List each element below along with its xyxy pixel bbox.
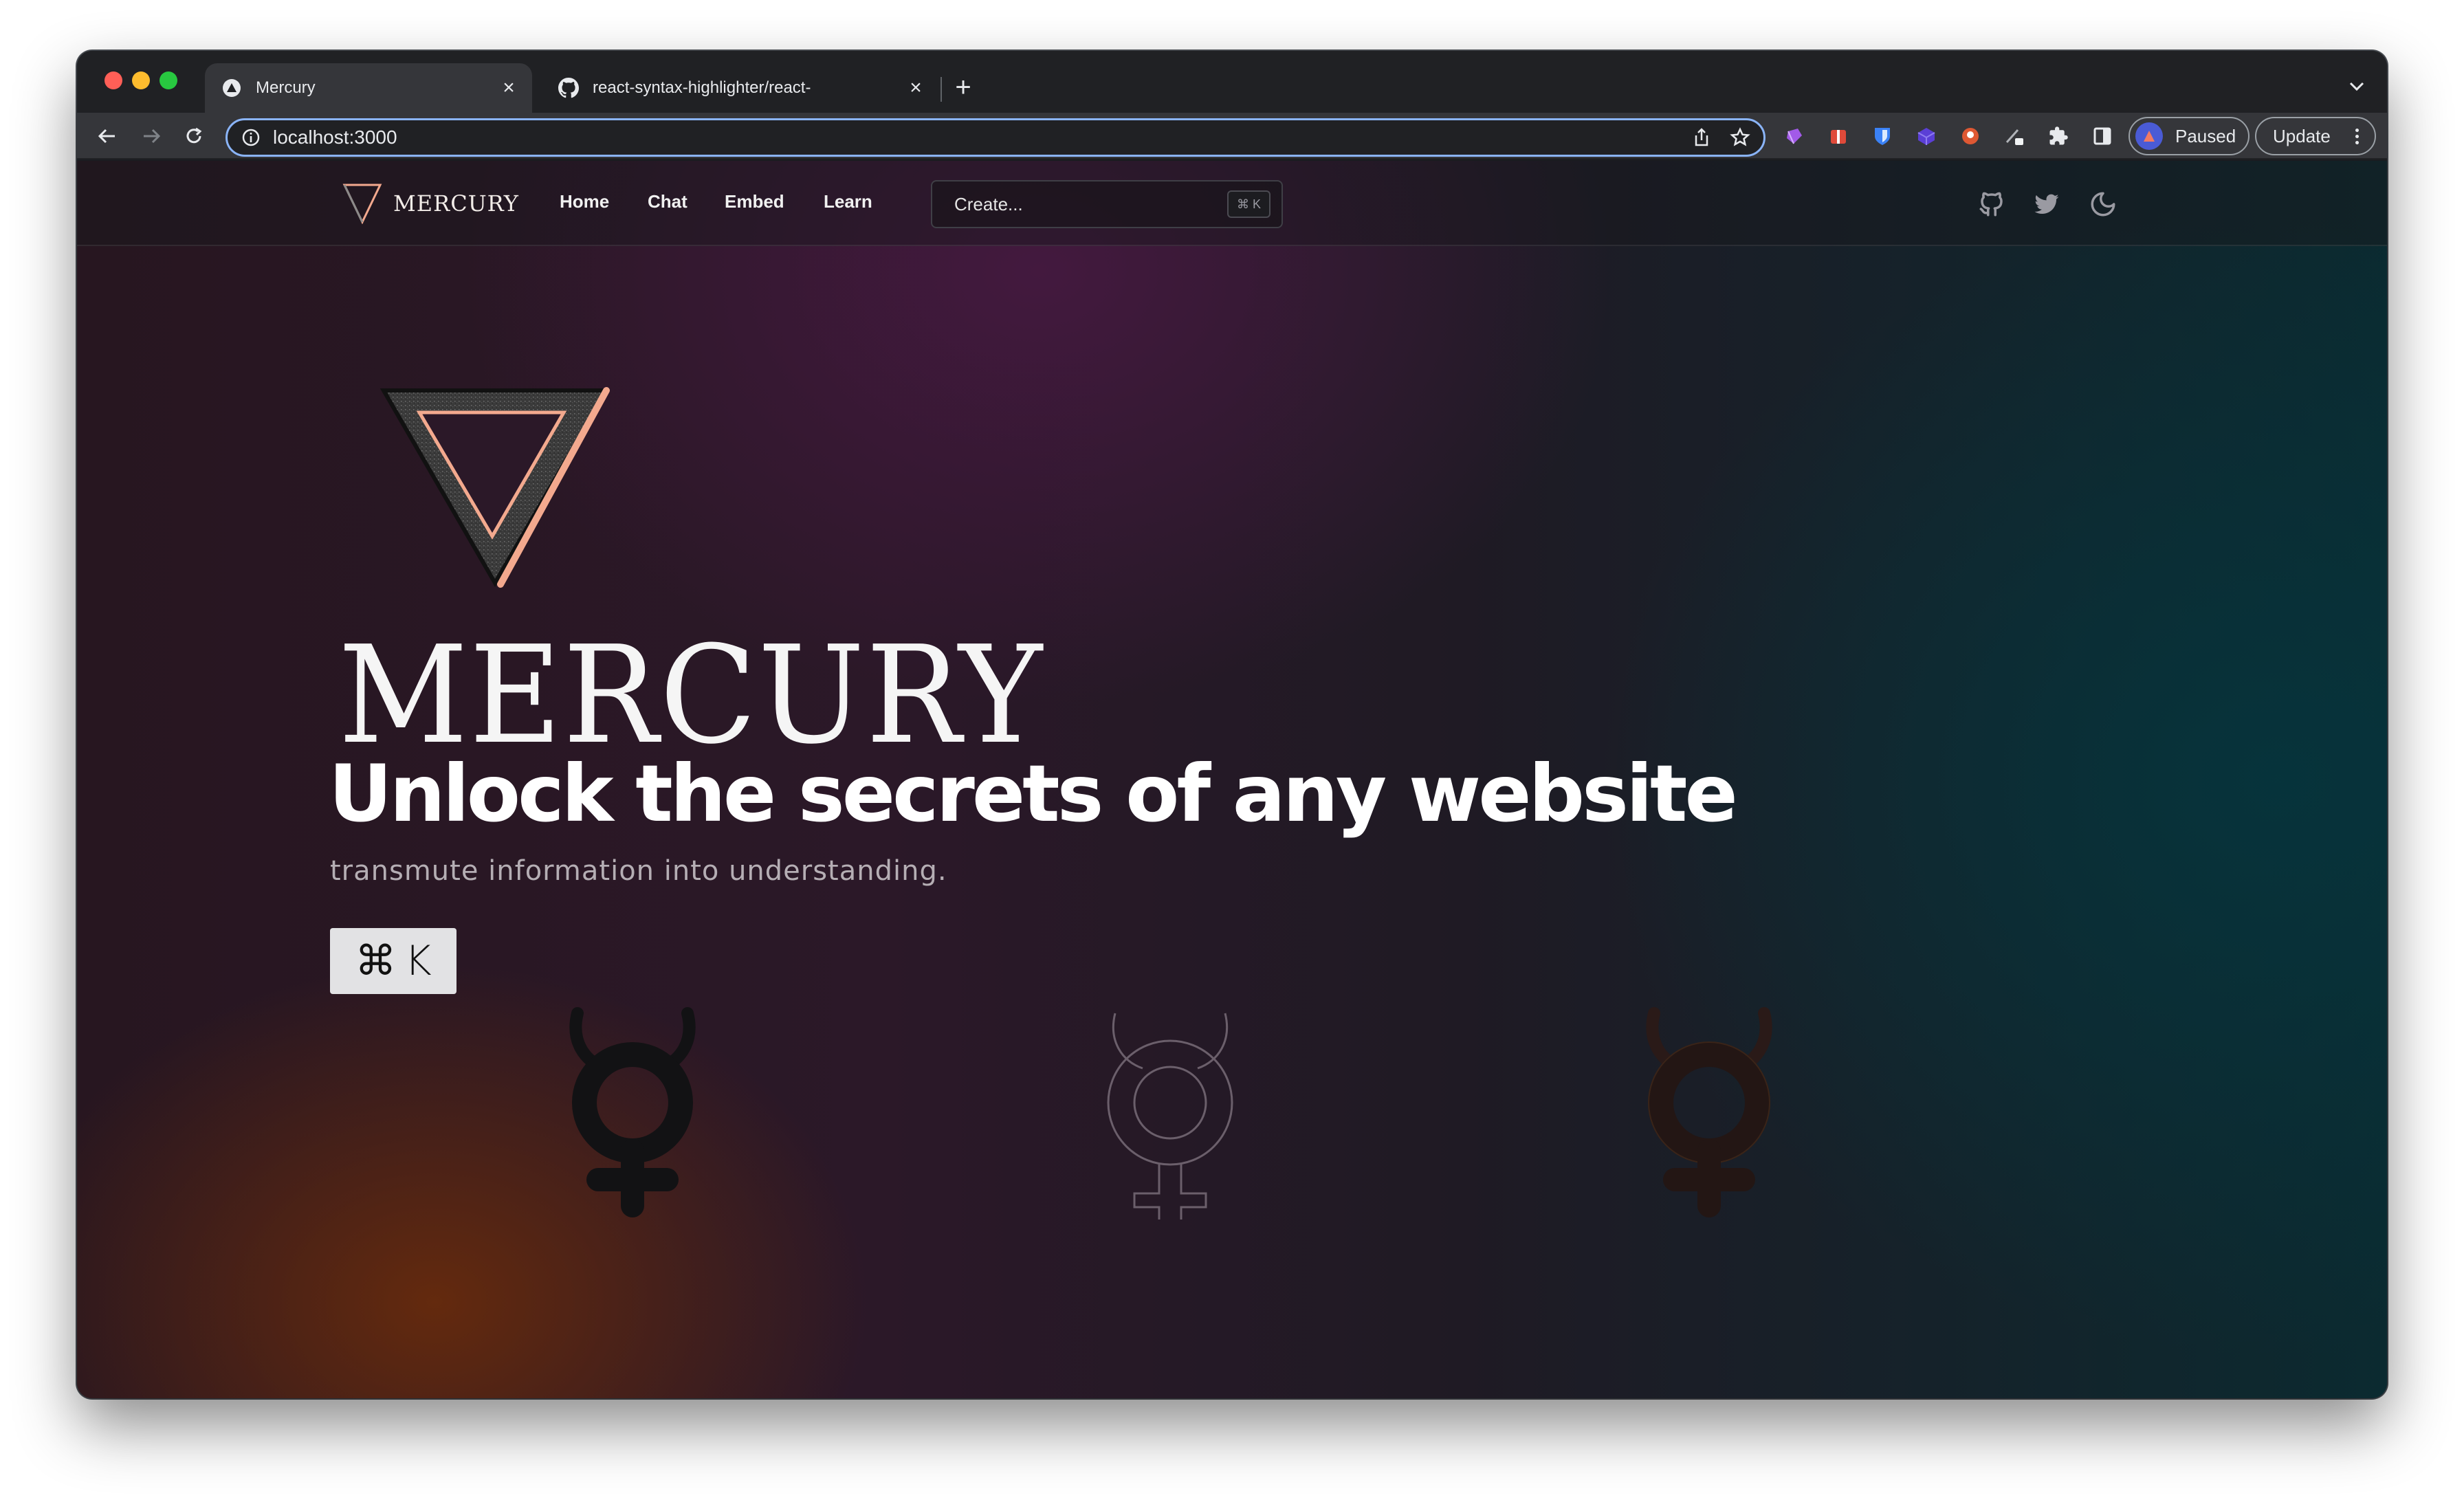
extension-gem-icon[interactable] bbox=[1781, 122, 1808, 150]
search-shortcut-badge: ⌘ K bbox=[1226, 190, 1270, 218]
extensions-puzzle-icon[interactable] bbox=[2045, 122, 2072, 150]
extension-pencil-icon[interactable] bbox=[2001, 122, 2028, 150]
bookmark-star-icon[interactable] bbox=[1725, 122, 1755, 153]
mercury-symbol-solid-icon bbox=[569, 1007, 696, 1217]
profile-button[interactable]: Paused bbox=[2128, 117, 2250, 155]
triangle-icon bbox=[221, 78, 242, 98]
update-label: Update bbox=[2273, 125, 2331, 146]
avatar bbox=[2135, 122, 2163, 150]
forward-arrow-icon[interactable] bbox=[135, 120, 168, 153]
tab-mercury[interactable]: Mercury × bbox=[205, 63, 532, 113]
twitter-icon[interactable] bbox=[2031, 188, 2062, 220]
profile-status-label: Paused bbox=[2175, 125, 2236, 146]
address-bar[interactable]: localhost:3000 bbox=[226, 118, 1766, 157]
github-icon bbox=[558, 78, 579, 98]
info-icon[interactable] bbox=[241, 128, 261, 147]
mercury-symbol-dark-icon bbox=[1646, 1007, 1772, 1217]
page-viewport: MERCURY Home Chat Embed Learn Create... … bbox=[77, 161, 2387, 1398]
search-placeholder: Create... bbox=[954, 193, 1023, 214]
nav-learn[interactable]: Learn bbox=[824, 191, 872, 212]
hero-subline: transmute information into understanding… bbox=[330, 855, 947, 887]
new-tab-button[interactable]: + bbox=[947, 71, 979, 103]
close-tab-icon[interactable]: × bbox=[495, 74, 522, 102]
nav-chat[interactable]: Chat bbox=[648, 191, 688, 212]
github-icon[interactable] bbox=[1976, 188, 2008, 220]
zoom-window-button[interactable] bbox=[160, 71, 177, 89]
site-navbar: MERCURY Home Chat Embed Learn Create... … bbox=[77, 161, 2387, 246]
command-search-input[interactable]: Create... ⌘ K bbox=[931, 180, 1283, 228]
close-window-button[interactable] bbox=[104, 71, 122, 89]
nav-embed[interactable]: Embed bbox=[725, 191, 784, 212]
hero-wordmark: MERCURY bbox=[338, 617, 1044, 774]
mercury-symbol-outline-icon bbox=[1107, 1013, 1233, 1220]
tab-search-chevron-icon[interactable] bbox=[2343, 73, 2370, 100]
moon-icon[interactable] bbox=[2087, 188, 2119, 220]
command-symbol: ⌘ bbox=[355, 937, 397, 985]
browser-window: Mercury × react-syntax-highlighter/react… bbox=[77, 51, 2387, 1398]
side-panel-icon[interactable] bbox=[2089, 122, 2116, 150]
reload-icon[interactable] bbox=[177, 120, 210, 153]
browser-toolbar: localhost:3000 Paused Update bbox=[77, 113, 2387, 159]
nav-home[interactable]: Home bbox=[560, 191, 609, 212]
command-k-button[interactable]: ⌘ K bbox=[330, 928, 456, 994]
brand-name: MERCURY bbox=[393, 190, 519, 217]
mercury-logo-icon bbox=[342, 184, 382, 224]
tab-title: react-syntax-highlighter/react- bbox=[593, 78, 811, 97]
address-text: localhost:3000 bbox=[273, 126, 397, 148]
duckduckgo-icon[interactable] bbox=[1957, 122, 1984, 150]
tab-title: Mercury bbox=[256, 78, 316, 97]
tab-react-syntax-highlighter[interactable]: react-syntax-highlighter/react- × bbox=[542, 63, 939, 113]
update-button[interactable]: Update bbox=[2255, 117, 2376, 155]
minimize-window-button[interactable] bbox=[132, 71, 150, 89]
hero-headline: Unlock the secrets of any website bbox=[329, 748, 1738, 839]
brand-link[interactable]: MERCURY bbox=[342, 183, 519, 224]
extension-gift-icon[interactable] bbox=[1825, 122, 1852, 150]
back-arrow-icon[interactable] bbox=[91, 120, 124, 153]
bitwarden-shield-icon[interactable] bbox=[1869, 122, 1896, 150]
more-menu-icon[interactable] bbox=[2348, 128, 2365, 144]
tab-strip: Mercury × react-syntax-highlighter/react… bbox=[77, 51, 2387, 113]
share-icon[interactable] bbox=[1686, 122, 1717, 153]
mercury-hero-logo bbox=[380, 387, 610, 588]
extension-cube-icon[interactable] bbox=[1913, 122, 1940, 150]
command-key: K bbox=[404, 937, 432, 985]
close-tab-icon[interactable]: × bbox=[902, 74, 930, 102]
tab-divider bbox=[940, 77, 942, 102]
